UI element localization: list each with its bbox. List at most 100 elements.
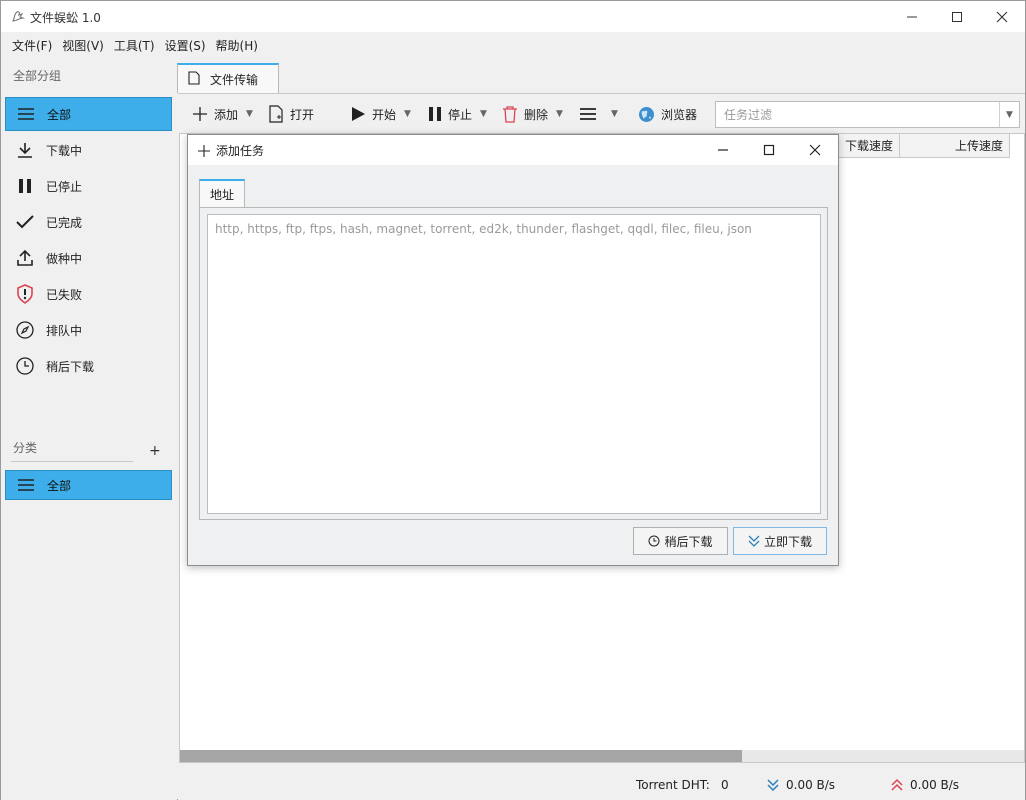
double-chevron-down-icon [748,535,760,547]
sidebar-item-failed[interactable]: 已失败 [5,277,172,311]
minimize-button[interactable] [889,1,935,32]
url-textarea[interactable]: http, https, ftp, ftps, hash, magnet, to… [207,214,821,514]
stop-button[interactable]: 停止 ▼ [428,101,487,127]
dialog-minimize-button[interactable] [700,135,746,165]
close-button[interactable] [979,1,1025,32]
title-bar: 文件蜈蚣 1.0 [1,1,1025,32]
pause-icon [428,106,442,122]
sidebar-item-label: 已停止 [46,179,83,194]
upload-rate-icon [891,778,903,791]
download-now-button[interactable]: 立即下载 [733,527,827,555]
maximize-button[interactable] [934,1,980,32]
maximize-icon [952,11,962,22]
play-icon [350,106,366,122]
sidebar-item-downloading[interactable]: 下载中 [5,133,172,167]
column-download-speed[interactable]: 下载速度 [839,134,900,158]
caret-down-icon[interactable]: ▼ [404,109,411,119]
column-label: 上传速度 [954,139,1003,153]
close-icon [809,144,821,156]
sidebar-item-seeding[interactable]: 做种中 [5,241,172,275]
divider [11,461,133,462]
tab-address[interactable]: 地址 [199,179,245,208]
download-rate: 0.00 B/s [766,778,835,792]
menu-settings[interactable]: 设置(S) [160,37,211,54]
download-later-button[interactable]: 稍后下载 [633,527,728,555]
browser-button[interactable]: 浏览器 [638,101,697,127]
download-later-label: 稍后下载 [664,534,713,549]
toolbar: 添加 ▼ 打开 开始 ▼ 停止 ▼ 删除 ▼ ▼ 浏览器 任务过滤 ▼ [178,93,1025,133]
open-button[interactable]: 打开 [268,101,314,127]
caret-down-icon[interactable]: ▼ [999,102,1019,127]
caret-down-icon[interactable]: ▼ [556,109,563,119]
plus-icon [198,144,210,157]
sidebar-item-label: 稍后下载 [46,359,95,374]
menu-help[interactable]: 帮助(H) [211,37,263,54]
sidebar-item-label: 已失败 [46,287,83,302]
tab-strip: 文件传输 [177,63,1026,93]
scrollbar-thumb[interactable] [180,750,742,762]
check-icon [15,212,35,232]
tab-file-transfer[interactable]: 文件传输 [177,63,279,93]
pause-icon [15,176,35,196]
caret-down-icon[interactable]: ▼ [480,109,487,119]
app-logo-icon [10,8,26,24]
more-menu-button[interactable]: ▼ [579,101,618,127]
sidebar-item-later[interactable]: 稍后下载 [5,349,172,383]
plus-icon [192,106,208,122]
tab-label: 地址 [209,188,234,202]
address-panel: http, https, ftp, ftps, hash, magnet, to… [199,207,828,520]
sidebar: 全部分组 全部 下载中 已停止 已完成 做种中 已失败 排队中 稍后下载 分类 … [1,59,177,800]
url-placeholder: http, https, ftp, ftps, hash, magnet, to… [215,222,752,236]
filter-placeholder: 任务过滤 [724,108,773,122]
trash-icon [502,105,518,123]
caret-down-icon[interactable]: ▼ [246,109,253,119]
task-filter-input[interactable]: 任务过滤 ▼ [715,101,1020,128]
menu-file[interactable]: 文件(F) [7,37,57,54]
minimize-icon [718,149,728,151]
menu-bar: 文件(F) 视图(V) 工具(T) 设置(S) 帮助(H) [1,32,1025,59]
download-now-label: 立即下载 [763,534,812,549]
category-item-label: 全部 [47,478,72,493]
start-button[interactable]: 开始 ▼ [350,101,411,127]
add-button[interactable]: 添加 ▼ [192,101,253,127]
hamburger-icon [579,107,597,121]
app-window: 文件蜈蚣 1.0 文件(F) 视图(V) 工具(T) 设置(S) 帮助(H) 全… [0,0,1026,800]
start-label: 开始 [372,107,397,122]
menu-view[interactable]: 视图(V) [57,37,109,54]
window-title: 文件蜈蚣 1.0 [30,11,101,25]
sidebar-item-stopped[interactable]: 已停止 [5,169,172,203]
sidebar-item-label: 下载中 [46,143,83,158]
column-upload-speed[interactable]: 上传速度 [900,134,1010,158]
list-icon [16,475,36,495]
category-heading: 分类 [13,441,38,455]
category-item-all[interactable]: 全部 [5,470,172,500]
caret-down-icon[interactable]: ▼ [611,109,618,119]
list-icon [16,104,36,124]
dialog-close-button[interactable] [792,135,838,165]
horizontal-scrollbar[interactable] [180,750,1024,762]
dialog-maximize-button[interactable] [746,135,792,165]
clock-icon [648,535,660,547]
sidebar-item-label: 排队中 [46,323,83,338]
sidebar-item-label: 全部 [47,107,72,122]
dialog-title: 添加任务 [198,142,264,159]
delete-button[interactable]: 删除 ▼ [502,101,563,127]
add-category-button[interactable]: + [149,443,161,459]
open-file-icon [268,105,284,123]
download-rate-icon [767,779,779,792]
compass-icon [15,320,35,340]
upload-icon [15,248,35,268]
sidebar-item-queued[interactable]: 排队中 [5,313,172,347]
sidebar-item-all[interactable]: 全部 [5,97,172,131]
minimize-icon [907,16,917,17]
download-icon [15,140,35,160]
upload-rate-value: 0.00 B/s [910,778,960,792]
maximize-icon [763,144,775,156]
download-rate-value: 0.00 B/s [786,778,836,792]
upload-rate: 0.00 B/s [890,778,959,792]
open-label: 打开 [290,107,315,122]
sidebar-item-completed[interactable]: 已完成 [5,205,172,239]
menu-tools[interactable]: 工具(T) [109,37,160,54]
browser-label: 浏览器 [661,107,698,122]
group-heading: 全部分组 [13,69,62,83]
